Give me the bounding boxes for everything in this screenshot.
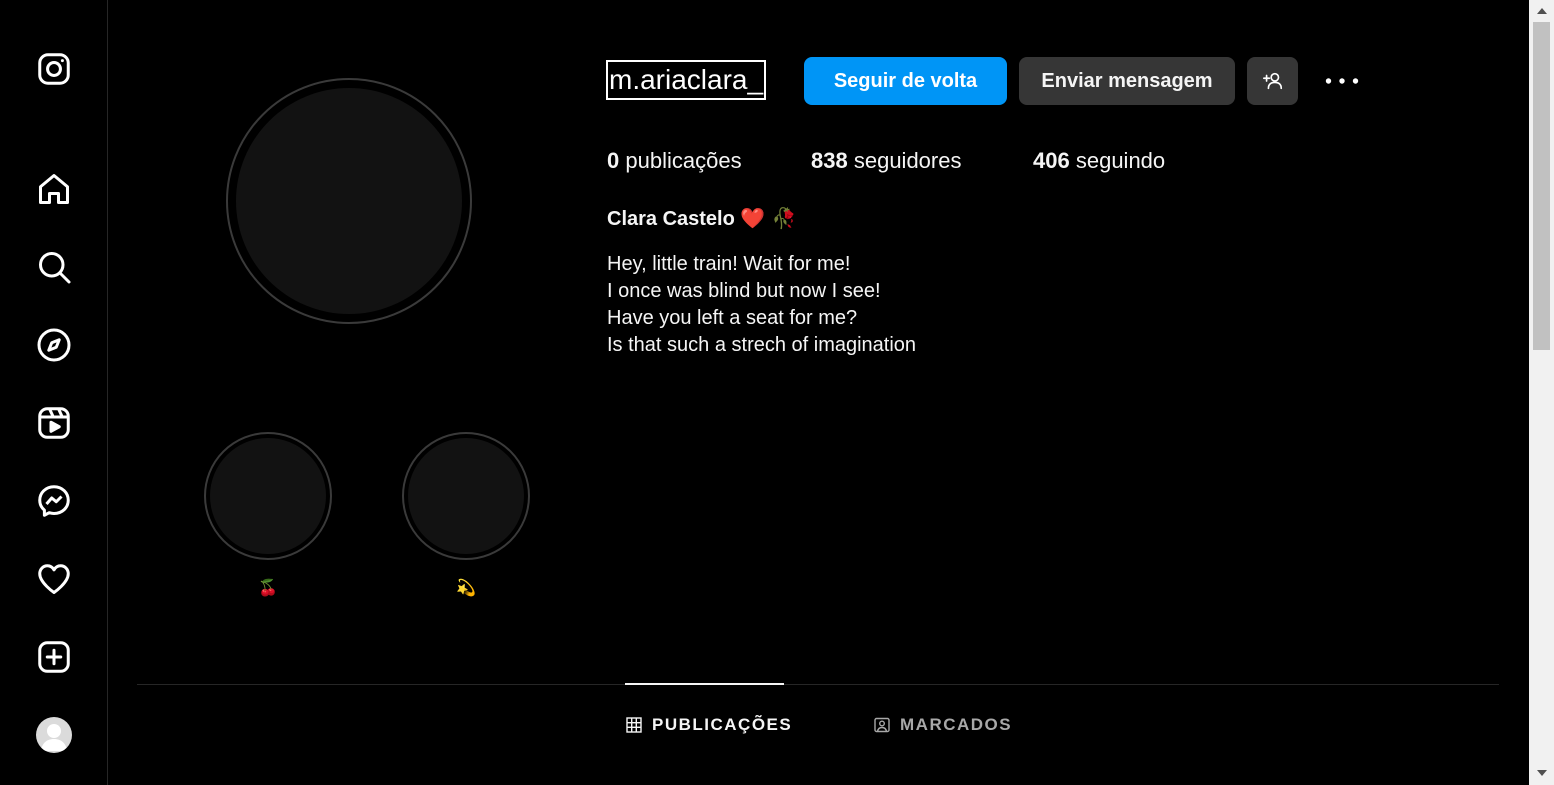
scrollbar-thumb[interactable] [1533,22,1550,350]
search-icon[interactable] [30,243,78,291]
scroll-down-arrow-icon[interactable] [1537,770,1547,776]
story-highlight-2-label: 💫 [456,578,476,597]
tabs-divider [137,684,1499,685]
sidebar [0,0,108,785]
reels-icon[interactable] [30,399,78,447]
create-icon[interactable] [30,633,78,681]
explore-icon[interactable] [30,321,78,369]
heart-icon[interactable] [30,555,78,603]
name-emojis: ❤️ 🥀 [740,206,797,230]
more-horizontal-icon [1325,78,1359,84]
bio-line: I once was blind but now I see! [607,280,881,302]
story-highlight-2[interactable] [402,432,530,560]
scroll-up-arrow-icon[interactable] [1537,8,1547,14]
posts-count-stat: 0 publicações [607,148,742,173]
instagram-logo-icon[interactable] [30,45,78,93]
story-highlight-1[interactable] [204,432,332,560]
avatar-silhouette-icon [36,717,72,753]
tab-posts-label: PUBLICAÇÕES [652,715,793,734]
suggest-users-button[interactable] [1247,57,1298,105]
page-scrollbar[interactable] [1529,0,1554,785]
follow-back-button[interactable]: Seguir de volta [804,57,1007,105]
profile-avatar[interactable] [30,711,78,759]
bio-line: Hey, little train! Wait for me! [607,253,851,275]
tagged-icon [874,717,890,733]
following-count-stat[interactable]: 406 seguindo [1033,148,1165,174]
profile-username: m.ariaclara_ [606,60,767,100]
messenger-icon[interactable] [30,477,78,525]
tab-tagged-label: MARCADOS [900,715,1013,734]
add-person-icon [1262,72,1282,90]
story-highlight-1-label: 🍒 [258,578,278,597]
send-message-button[interactable]: Enviar mensagem [1019,57,1235,105]
profile-bio: Hey, little train! Wait for me! I once w… [607,251,916,359]
grid-icon [626,717,642,733]
profile-full-name: Clara Castelo ❤️ 🥀 [607,206,797,230]
tab-tagged[interactable]: MARCADOS [874,712,1012,738]
profile-picture[interactable] [226,78,472,324]
bio-line: Have you left a seat for me? [607,307,858,329]
bio-line: Is that such a strech of imagination [607,334,917,356]
tab-posts[interactable]: PUBLICAÇÕES [626,712,792,738]
home-icon[interactable] [30,165,78,213]
active-tab-indicator [625,683,784,685]
more-options-button[interactable] [1322,64,1362,98]
followers-count-stat[interactable]: 838 seguidores [811,148,961,174]
